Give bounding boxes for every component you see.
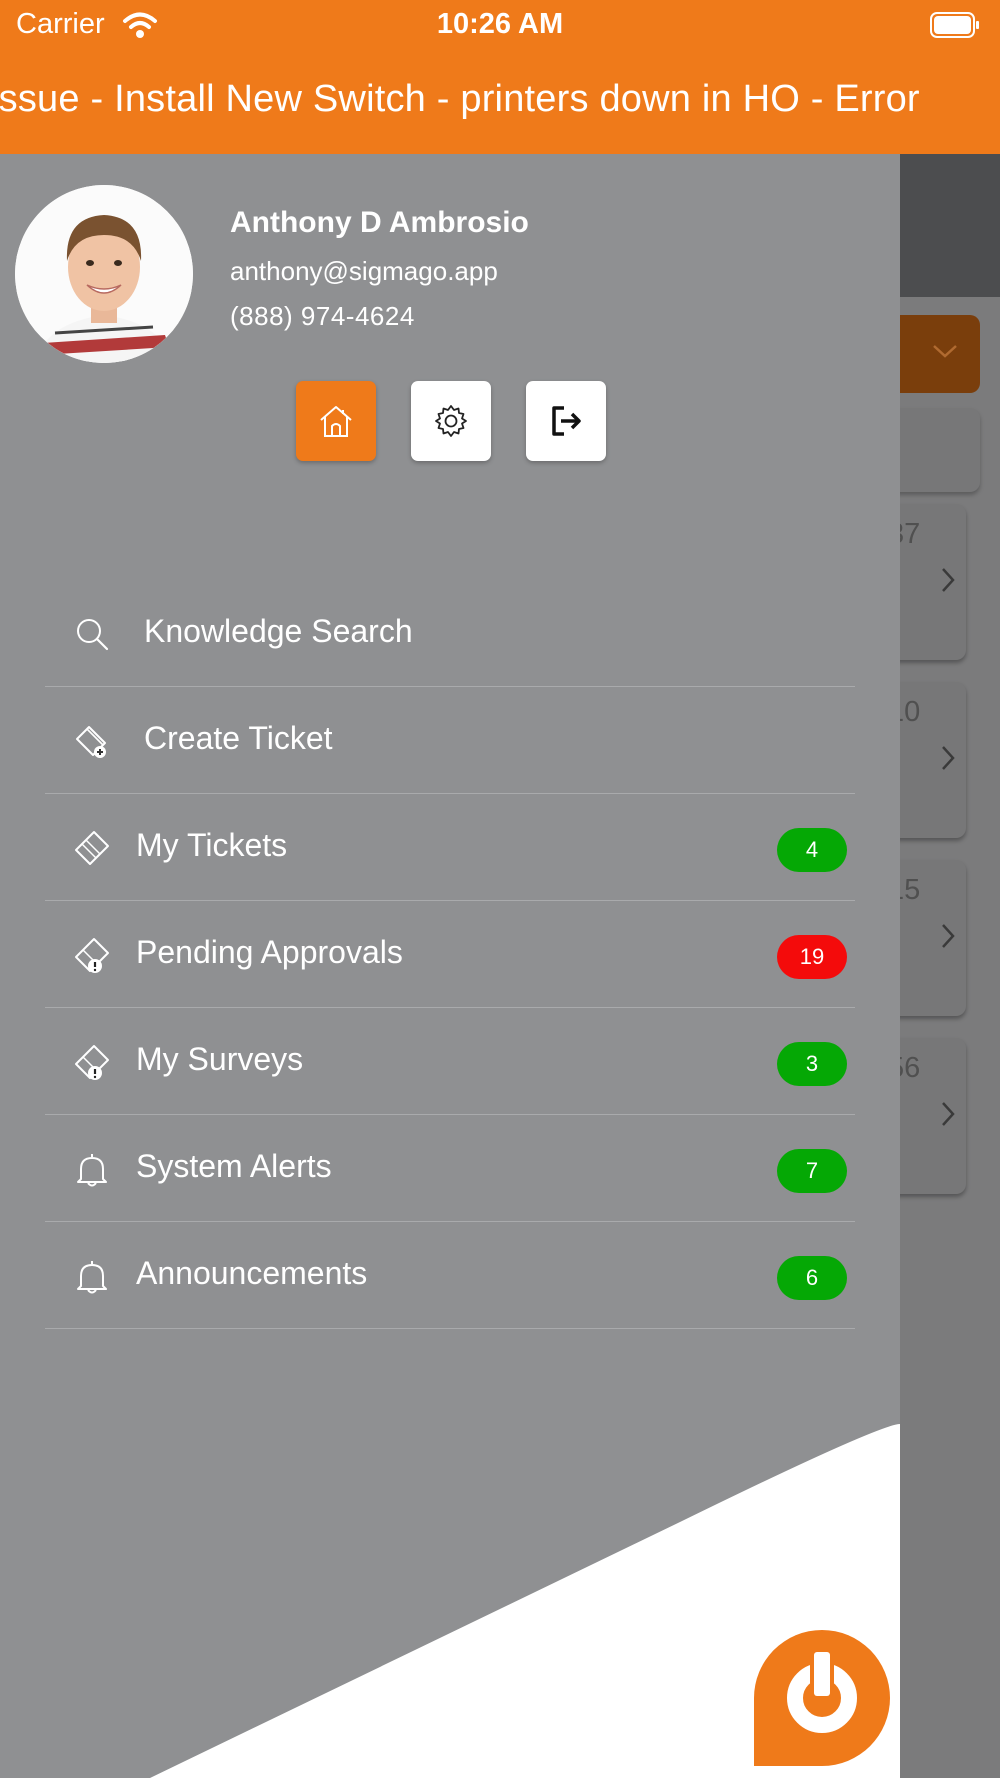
ticket-add-icon: [76, 726, 106, 758]
bell-icon: [77, 1261, 107, 1294]
menu-item-my-surveys[interactable]: My Surveys 3: [45, 1008, 855, 1115]
home-icon: [320, 406, 352, 437]
logout-button[interactable]: [526, 381, 606, 461]
bell-icon: [77, 1154, 107, 1187]
menu-item-label: Pending Approvals: [136, 934, 403, 970]
menu-item-pending-approvals[interactable]: Pending Approvals 19: [45, 901, 855, 1008]
search-icon: [77, 619, 109, 651]
settings-button[interactable]: [411, 381, 491, 461]
ticket-alert-icon: [75, 938, 109, 973]
menu-item-label: My Tickets: [136, 827, 288, 863]
chevron-down-icon: [933, 345, 957, 358]
chevron-right-icon: [942, 1102, 955, 1126]
count-badge: 4: [777, 828, 847, 872]
background-header: [900, 154, 1000, 297]
ticket-alert-icon: [75, 1045, 109, 1080]
menu-item-announcements[interactable]: Announcements 6: [45, 1222, 855, 1329]
power-logo-button[interactable]: [754, 1630, 890, 1766]
menu-item-label: Announcements: [136, 1255, 368, 1291]
home-button[interactable]: [296, 381, 376, 461]
user-phone: (888) 974-4624: [230, 301, 415, 331]
battery-icon: [930, 12, 979, 38]
ticket-icon: [75, 831, 109, 865]
profile-photo: [15, 185, 193, 363]
gear-icon: [435, 405, 467, 437]
menu-item-my-tickets[interactable]: My Tickets 4: [45, 794, 855, 901]
chevron-right-icon: [942, 568, 955, 592]
user-email: anthony@sigmago.app: [230, 256, 498, 286]
menu-item-create-ticket[interactable]: Create Ticket: [45, 687, 855, 794]
status-time: 10:26 AM: [436, 8, 564, 40]
top-bar: Carrier 10:26 AM issue - Install New Swi…: [0, 0, 1000, 154]
chevron-right-icon: [942, 924, 955, 948]
count-badge: 6: [777, 1256, 847, 1300]
user-name: Anthony D Ambrosio: [230, 206, 529, 239]
menu-item-label: System Alerts: [136, 1148, 332, 1184]
chevron-right-icon: [942, 746, 955, 770]
logout-icon: [552, 406, 581, 436]
drawer-menu: Knowledge Search Create Ticket My Ticket…: [45, 580, 855, 1329]
menu-item-label: Knowledge Search: [144, 613, 413, 649]
count-badge: 19: [777, 935, 847, 979]
ticker-marquee[interactable]: issue - Install New Switch - printers do…: [0, 78, 920, 121]
count-badge: 3: [777, 1042, 847, 1086]
menu-item-label: Create Ticket: [144, 720, 333, 756]
menu-item-label: My Surveys: [136, 1041, 304, 1077]
menu-item-system-alerts[interactable]: System Alerts 7: [45, 1115, 855, 1222]
count-badge: 7: [777, 1149, 847, 1193]
avatar[interactable]: [15, 185, 193, 363]
menu-item-knowledge-search[interactable]: Knowledge Search: [45, 580, 855, 687]
side-drawer: Anthony D Ambrosio anthony@sigmago.app (…: [0, 154, 900, 1778]
